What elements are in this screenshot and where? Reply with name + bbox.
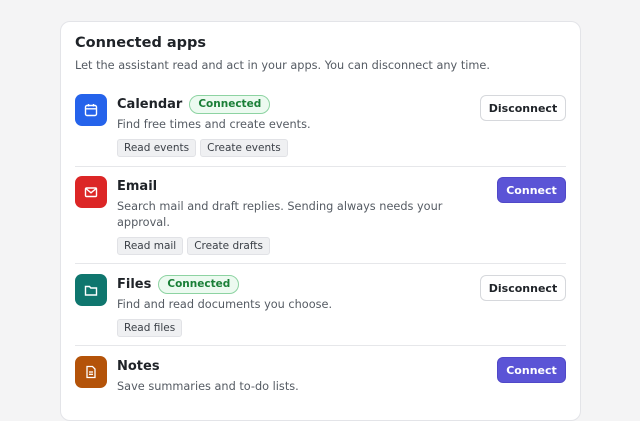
row-divider <box>75 345 566 346</box>
folder-icon <box>75 274 107 306</box>
permission-tag: Read files <box>117 319 183 337</box>
connected-apps-card: Connected apps Let the assistant read an… <box>60 21 581 421</box>
connect-notes-button[interactable]: Connect <box>497 357 566 383</box>
permission-tag: Create drafts <box>187 237 270 255</box>
permission-list: Read files <box>117 319 457 337</box>
app-name: Email <box>117 178 158 194</box>
app-name: Calendar <box>117 96 183 112</box>
app-name: Notes <box>117 358 160 374</box>
status-badge: Connected <box>189 94 271 114</box>
app-description: Search mail and draft replies. Sending a… <box>117 200 443 229</box>
permission-list: Read mail Create drafts <box>117 237 457 255</box>
app-description: Save summaries and to-do lists. <box>117 380 299 393</box>
permission-list: Read events Create events <box>117 139 457 157</box>
page-title: Connected apps <box>75 35 207 51</box>
mail-icon <box>75 176 107 208</box>
permission-tag: Create events <box>200 139 288 157</box>
row-divider <box>75 166 566 167</box>
permission-tag: Read mail <box>117 237 184 255</box>
row-divider <box>75 263 566 264</box>
app-name: Files <box>117 276 152 292</box>
calendar-icon <box>75 94 107 126</box>
note-icon <box>75 356 107 388</box>
disconnect-files-button[interactable]: Disconnect <box>480 275 566 301</box>
permission-tag: Read events <box>117 139 197 157</box>
page-subtitle: Let the assistant read and act in your a… <box>75 59 490 72</box>
disconnect-calendar-button[interactable]: Disconnect <box>480 95 566 121</box>
connect-email-button[interactable]: Connect <box>497 177 566 203</box>
app-description: Find and read documents you choose. <box>117 298 333 311</box>
app-description: Find free times and create events. <box>117 118 311 131</box>
status-badge: Connected <box>158 274 240 294</box>
